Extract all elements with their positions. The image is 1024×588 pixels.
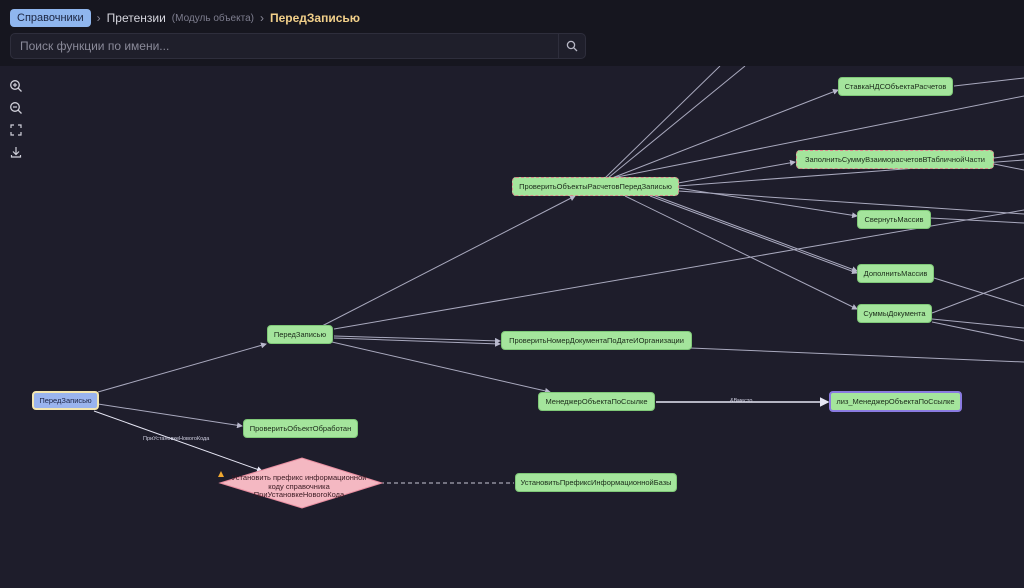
edge [649,195,858,275]
breadcrumb: Справочники › Претензии (Модуль объекта)… [10,9,360,27]
edge [931,321,1024,342]
edge [953,77,1024,87]
function-node[interactable]: МенеджерОбъектаПоСсылке [538,392,655,411]
search-box [10,33,586,59]
search-button[interactable] [558,34,585,58]
function-node[interactable]: ДополнитьМассив [857,264,934,283]
breadcrumb-section-note: (Модуль объекта) [171,12,254,24]
function-node[interactable]: ПередЗаписью [267,325,333,344]
edge [607,66,746,179]
edge-label: ПриУстановкеНовогоКода [143,436,210,442]
decision-node[interactable]: Установить префикс информационной коду с… [224,470,374,504]
function-node[interactable]: СтавкаНДСОбъектаРасчетов [838,77,953,96]
graph-edges [93,66,1024,509]
breadcrumb-root[interactable]: Справочники [10,9,91,27]
decision-label-line: ПриУстановкеНовогоКода [253,490,345,500]
edge-label: &Вместо [730,398,753,404]
edge [677,190,1024,215]
breadcrumb-separator: › [259,11,264,25]
function-node[interactable]: УстановитьПрефиксИнформационнойБазы [515,473,677,492]
function-node[interactable]: ПроверитьОбъектОбработан [243,419,358,438]
call-graph[interactable]: ПередЗаписью ПередЗаписью ПроверитьОбъек… [0,66,1024,588]
edge [933,277,1024,307]
edge [321,195,576,327]
breadcrumb-current: ПередЗаписью [269,11,361,25]
edge [649,193,858,273]
function-node[interactable]: ПроверитьНомерДокументаПоДатеИОрганизаци… [501,331,692,350]
search-input[interactable] [11,34,559,58]
edge [689,347,1024,363]
function-node[interactable]: СуммыДокумента [857,304,932,323]
breadcrumb-separator: › [96,11,101,25]
edge [624,195,858,310]
search-icon [566,40,578,52]
header-bar: Справочники › Претензии (Модуль объекта)… [0,0,1024,66]
edge [993,153,1024,159]
edge [97,342,267,393]
root-node[interactable]: ПередЗаписью [32,391,99,410]
edge [931,277,1024,314]
edge [97,403,243,429]
edge [677,187,858,219]
function-node[interactable]: ПроверитьОбъектыРасчетовПередЗаписью [512,177,679,196]
edge [929,217,1024,224]
breadcrumb-section[interactable]: Претензии [107,11,166,25]
function-node[interactable]: ЗаполнитьСуммуВзаиморасчетовВТабличнойЧа… [796,150,994,169]
function-node[interactable]: лиз_МенеджерОбъектаПоСсылке [829,391,962,412]
edge [993,163,1024,171]
edge [604,66,721,179]
function-node[interactable]: СвернутьМассив [857,210,931,229]
edge [931,318,1024,329]
edge [677,159,796,184]
